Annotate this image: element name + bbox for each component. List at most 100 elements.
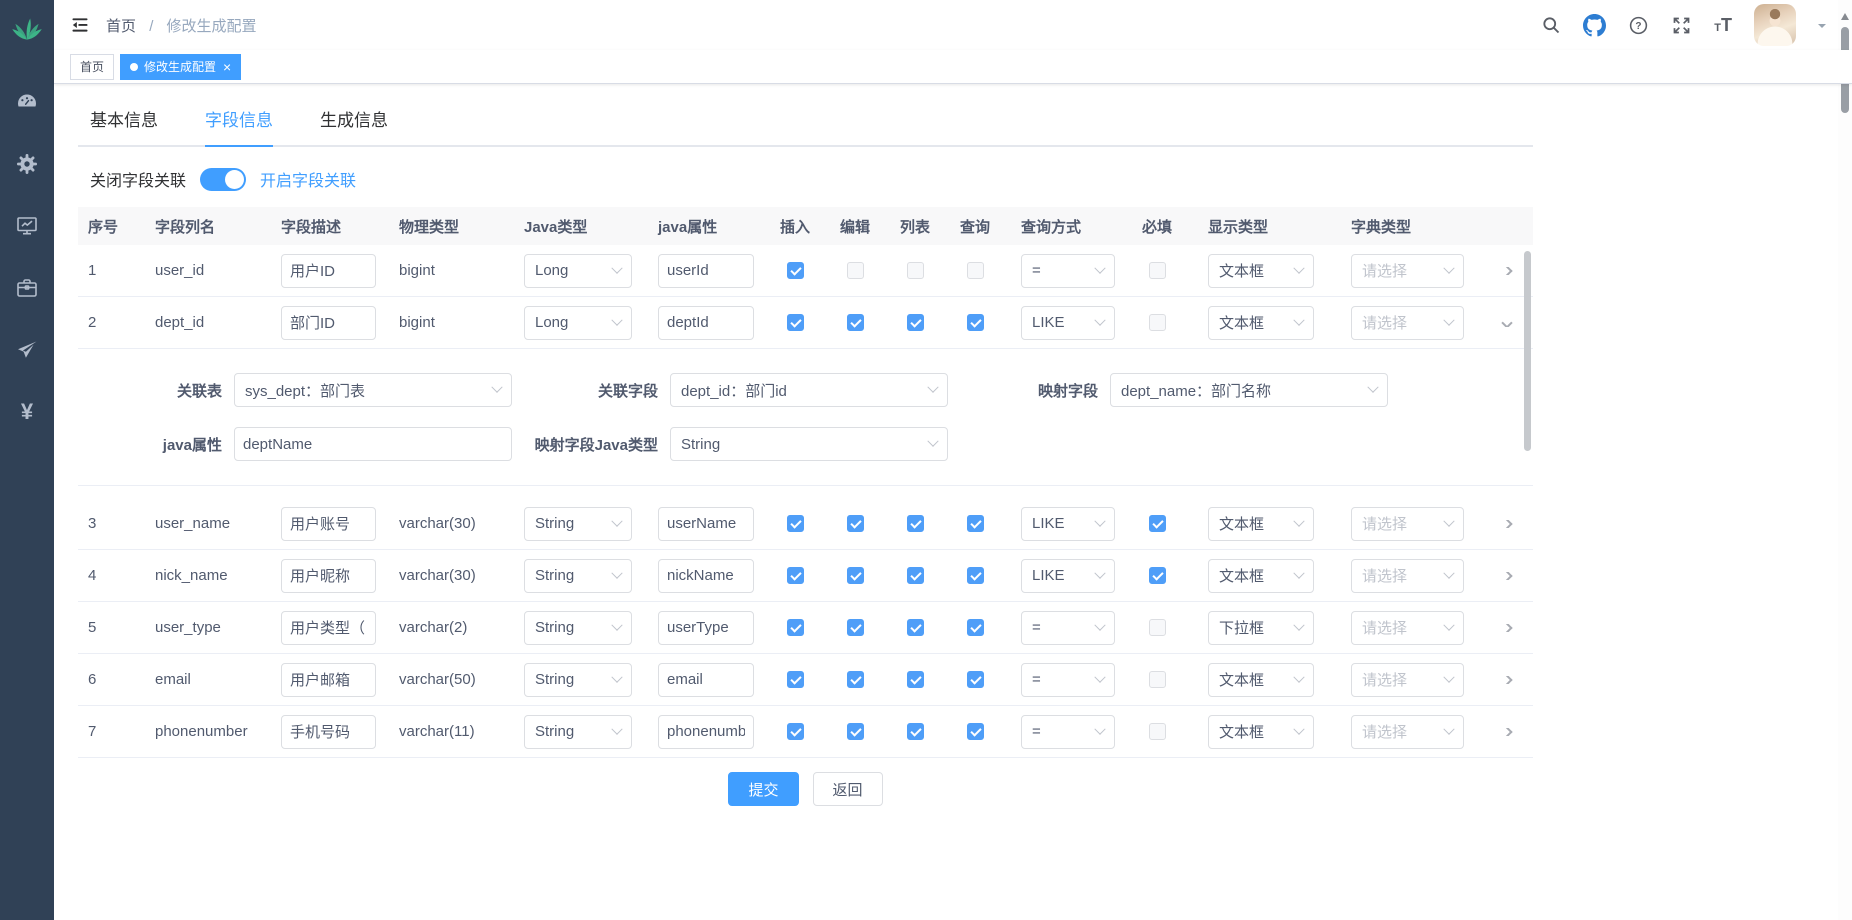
sidebar-item-dashboard-icon[interactable]: [13, 88, 41, 116]
sidebar-item-guide-plane-icon[interactable]: [13, 336, 41, 364]
display-type-select[interactable]: 文本框: [1208, 507, 1314, 541]
dict-type-select[interactable]: 请选择: [1351, 611, 1464, 645]
query-type-select[interactable]: LIKE: [1021, 507, 1115, 541]
insert-checkbox[interactable]: [787, 619, 804, 636]
display-type-select[interactable]: 文本框: [1208, 715, 1314, 749]
query-type-select[interactable]: LIKE: [1021, 559, 1115, 593]
query-type-select[interactable]: =: [1021, 663, 1115, 697]
tab-field-info[interactable]: 字段信息: [205, 106, 273, 145]
query-type-select[interactable]: =: [1021, 611, 1115, 645]
list-checkbox[interactable]: [907, 619, 924, 636]
display-type-select[interactable]: 文本框: [1208, 663, 1314, 697]
java-attr-input[interactable]: [658, 611, 754, 645]
user-avatar[interactable]: [1754, 4, 1796, 46]
search-icon[interactable]: [1541, 15, 1561, 35]
dict-type-select[interactable]: 请选择: [1351, 254, 1464, 288]
list-checkbox[interactable]: [907, 671, 924, 688]
java-type-select[interactable]: String: [524, 715, 632, 749]
display-type-select[interactable]: 下拉框: [1208, 611, 1314, 645]
java-attr-input[interactable]: [658, 507, 754, 541]
list-checkbox[interactable]: [907, 314, 924, 331]
display-type-select[interactable]: 文本框: [1208, 254, 1314, 288]
insert-checkbox[interactable]: [787, 567, 804, 584]
dict-type-select[interactable]: 请选择: [1351, 507, 1464, 541]
required-checkbox[interactable]: [1149, 262, 1166, 279]
scroll-up-arrow-icon[interactable]: [1841, 9, 1849, 20]
query-checkbox[interactable]: [967, 314, 984, 331]
sidebar-item-monitor-chart-icon[interactable]: [13, 212, 41, 240]
field-desc-input[interactable]: [281, 611, 376, 645]
sidebar-fold-icon[interactable]: [70, 15, 90, 35]
query-checkbox[interactable]: [967, 671, 984, 688]
dropdown-caret-icon[interactable]: [1818, 24, 1826, 32]
java-attr-input[interactable]: [658, 254, 754, 288]
submit-button[interactable]: 提交: [728, 772, 798, 806]
dict-type-select[interactable]: 请选择: [1351, 559, 1464, 593]
java-type-select[interactable]: Long: [524, 254, 632, 288]
sidebar-item-system-gear-icon[interactable]: [13, 150, 41, 178]
insert-checkbox[interactable]: [787, 671, 804, 688]
field-desc-input[interactable]: [281, 715, 376, 749]
query-checkbox[interactable]: [967, 262, 984, 279]
edit-checkbox[interactable]: [847, 314, 864, 331]
edit-checkbox[interactable]: [847, 619, 864, 636]
required-checkbox[interactable]: [1149, 671, 1166, 688]
back-button[interactable]: 返回: [813, 772, 883, 806]
required-checkbox[interactable]: [1149, 567, 1166, 584]
mapping-field-select[interactable]: dept_name：部门名称: [1110, 373, 1388, 407]
edit-checkbox[interactable]: [847, 262, 864, 279]
java-type-select[interactable]: String: [524, 507, 632, 541]
query-type-select[interactable]: =: [1021, 715, 1115, 749]
mapping-java-type-select[interactable]: String: [670, 427, 948, 461]
expand-row-icon[interactable]: [1501, 624, 1512, 632]
dict-type-select[interactable]: 请选择: [1351, 663, 1464, 697]
edit-checkbox[interactable]: [847, 515, 864, 532]
query-checkbox[interactable]: [967, 567, 984, 584]
java-type-select[interactable]: String: [524, 611, 632, 645]
tag-close-icon[interactable]: ×: [223, 60, 231, 74]
java-attr-input[interactable]: [658, 306, 754, 340]
query-type-select[interactable]: =: [1021, 254, 1115, 288]
list-checkbox[interactable]: [907, 723, 924, 740]
query-checkbox[interactable]: [967, 619, 984, 636]
list-checkbox[interactable]: [907, 515, 924, 532]
tag-current[interactable]: 修改生成配置 ×: [120, 54, 241, 80]
sidebar-item-toolbox-icon[interactable]: [13, 274, 41, 302]
required-checkbox[interactable]: [1149, 515, 1166, 532]
sidebar-item-yen-icon[interactable]: ¥: [13, 398, 41, 426]
field-desc-input[interactable]: [281, 559, 376, 593]
edit-checkbox[interactable]: [847, 671, 864, 688]
dict-type-select[interactable]: 请选择: [1351, 715, 1464, 749]
breadcrumb-home[interactable]: 首页: [106, 18, 136, 35]
relation-table-select[interactable]: sys_dept：部门表: [234, 373, 512, 407]
java-attr-input[interactable]: [658, 663, 754, 697]
query-checkbox[interactable]: [967, 515, 984, 532]
list-checkbox[interactable]: [907, 262, 924, 279]
display-type-select[interactable]: 文本框: [1208, 559, 1314, 593]
page-scrollbar[interactable]: [1838, 0, 1852, 920]
field-desc-input[interactable]: [281, 663, 376, 697]
expand-row-icon[interactable]: [1501, 520, 1512, 528]
java-attr-input[interactable]: [234, 427, 512, 461]
github-icon[interactable]: [1583, 14, 1606, 37]
field-desc-input[interactable]: [281, 507, 376, 541]
help-icon[interactable]: ?: [1628, 15, 1649, 36]
table-scrollbar-thumb[interactable]: [1524, 251, 1531, 451]
query-type-select[interactable]: LIKE: [1021, 306, 1115, 340]
expand-row-icon[interactable]: [1501, 728, 1512, 736]
edit-checkbox[interactable]: [847, 567, 864, 584]
font-size-icon[interactable]: TT: [1714, 15, 1732, 36]
dict-type-select[interactable]: 请选择: [1351, 306, 1464, 340]
insert-checkbox[interactable]: [787, 314, 804, 331]
expand-row-icon[interactable]: [1501, 676, 1512, 684]
insert-checkbox[interactable]: [787, 723, 804, 740]
insert-checkbox[interactable]: [787, 515, 804, 532]
field-relation-switch[interactable]: [200, 168, 246, 191]
relation-field-select[interactable]: dept_id：部门id: [670, 373, 948, 407]
java-type-select[interactable]: String: [524, 663, 632, 697]
tag-home[interactable]: 首页: [70, 54, 114, 80]
tab-basic-info[interactable]: 基本信息: [90, 106, 158, 145]
required-checkbox[interactable]: [1149, 723, 1166, 740]
insert-checkbox[interactable]: [787, 262, 804, 279]
tab-generate-info[interactable]: 生成信息: [320, 106, 388, 145]
